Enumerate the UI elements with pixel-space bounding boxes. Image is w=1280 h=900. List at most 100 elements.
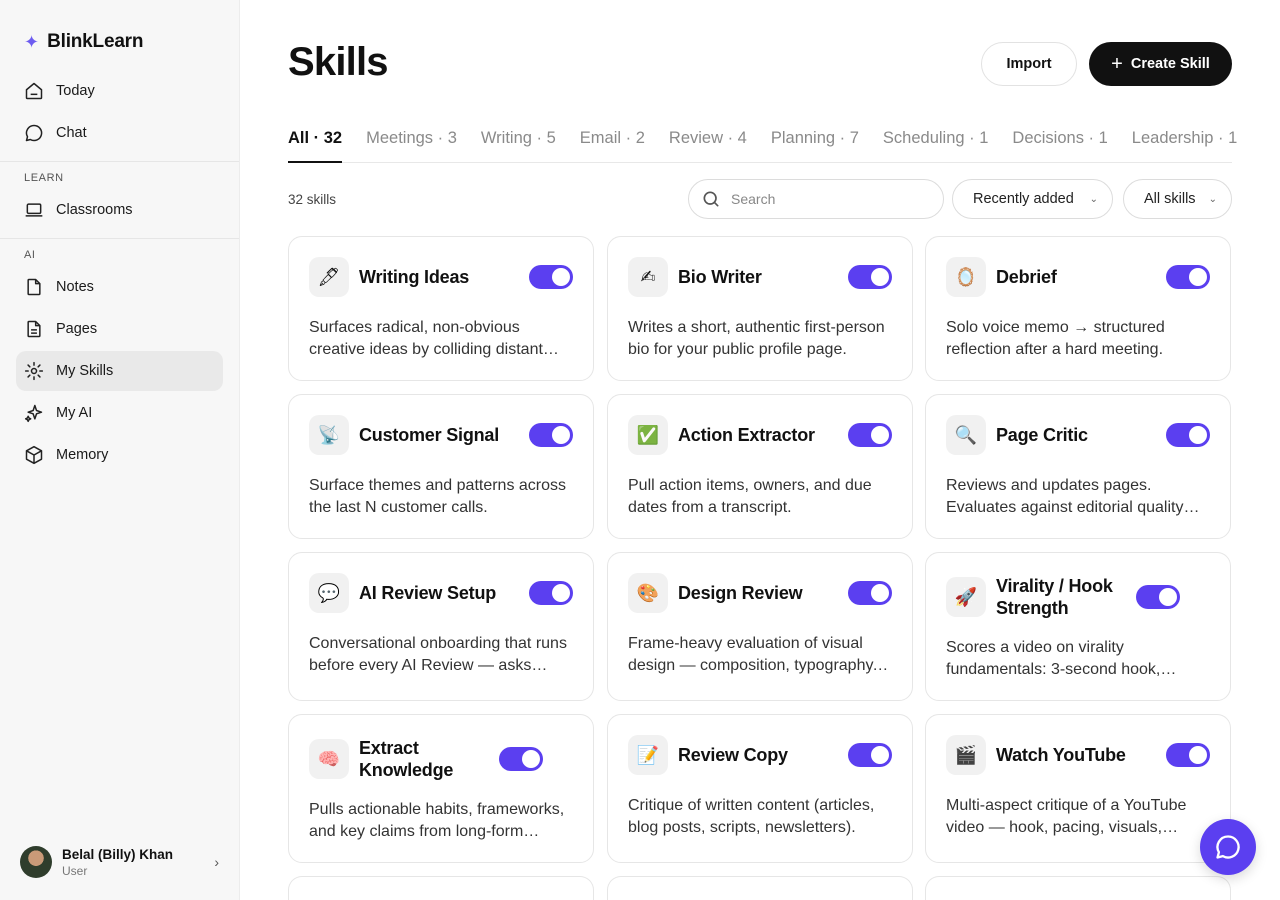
skill-toggle[interactable] xyxy=(848,743,892,767)
tab-decisions[interactable]: Decisions · 1 xyxy=(1012,128,1107,163)
skill-toggle[interactable] xyxy=(499,747,543,771)
skill-card[interactable]: 🪞 Debrief Solo voice memo → structured re… xyxy=(925,236,1231,381)
skill-card[interactable]: 📝 Review Copy Critique of written content… xyxy=(607,714,913,863)
home-icon xyxy=(25,82,43,100)
tab-review[interactable]: Review · 4 xyxy=(669,128,747,163)
search-input[interactable] xyxy=(731,191,921,207)
skill-card[interactable]: 📡 Customer Signal Surface themes and patt… xyxy=(288,394,594,539)
skill-description: Surfaces radical, non-obvious creative i… xyxy=(309,319,543,358)
skill-toggle[interactable] xyxy=(1166,743,1210,767)
skill-title: AI Review Setup xyxy=(359,583,497,603)
skill-toggle[interactable] xyxy=(1166,423,1210,447)
skill-title: Extract Knowledge xyxy=(359,738,454,780)
search-icon xyxy=(703,191,719,207)
sidebar-item-label: Pages xyxy=(56,321,98,337)
tab-scheduling[interactable]: Scheduling · 1 xyxy=(883,128,989,163)
skill-icon: 📝 xyxy=(628,735,668,775)
skills-icon xyxy=(24,361,44,381)
import-button[interactable]: Import xyxy=(981,42,1077,86)
sidebar-item-memory[interactable]: Memory xyxy=(16,435,223,475)
user-role: User xyxy=(62,863,88,878)
skill-description: Writes a short, authentic first-person b… xyxy=(628,319,885,358)
sidebar-item-label: Today xyxy=(56,83,95,99)
search-box[interactable] xyxy=(688,179,944,219)
sort-dropdown[interactable]: Recently added ⌄ xyxy=(952,179,1113,219)
skill-card[interactable]: ✅ Action Extractor Pull action items, own… xyxy=(607,394,913,539)
skill-card[interactable] xyxy=(925,876,1231,900)
chat-bubble-icon xyxy=(1216,835,1240,859)
skill-icon: 📡 xyxy=(309,415,349,455)
skill-description: Frame-heavy evaluation of visual design … xyxy=(628,635,877,674)
tab-planning[interactable]: Planning · 7 xyxy=(771,128,859,163)
page-icon xyxy=(27,320,41,338)
sidebar-item-today[interactable]: Today xyxy=(16,71,223,111)
skill-toggle[interactable] xyxy=(529,581,573,605)
skill-icon: 🪞 xyxy=(946,257,986,297)
skill-title: Customer Signal xyxy=(359,425,500,445)
skill-title: Review Copy xyxy=(678,745,788,765)
skill-toggle[interactable] xyxy=(848,265,892,289)
sidebar-item-pages[interactable]: Pages xyxy=(16,309,223,349)
sidebar-item-label: Classrooms xyxy=(56,202,133,218)
chevron-right-icon: › xyxy=(214,854,219,870)
sidebar-item-classrooms[interactable]: Classrooms xyxy=(16,190,223,230)
skill-card[interactable]: 🔍 Page Critic Reviews and updates pages. … xyxy=(925,394,1231,539)
skill-card[interactable]: 🎬 Watch YouTube Multi-aspect critique of … xyxy=(925,714,1231,863)
skill-toggle[interactable] xyxy=(848,423,892,447)
chat-icon xyxy=(25,124,43,142)
create-skill-button[interactable]: + Create Skill xyxy=(1089,42,1232,86)
tab-writing[interactable]: Writing · 5 xyxy=(481,128,556,163)
skill-card[interactable]: 🧠 Extract Knowledge Pulls actionable habi… xyxy=(288,714,594,863)
tab-meetings[interactable]: Meetings · 3 xyxy=(366,128,457,163)
skill-icon: ✅ xyxy=(628,415,668,455)
filter-dropdown[interactable]: All skills ⌄ xyxy=(1123,179,1232,219)
skill-toggle[interactable] xyxy=(529,423,573,447)
skill-description: Pulls actionable habits, frameworks, and… xyxy=(309,801,565,840)
skill-toggle[interactable] xyxy=(848,581,892,605)
skill-description: Scores a video on virality fundamentals:… xyxy=(946,639,1161,678)
skill-title: Bio Writer xyxy=(678,267,762,287)
skill-card[interactable] xyxy=(607,876,913,900)
tab-leadership[interactable]: Leadership · 1 xyxy=(1132,128,1238,163)
skill-description: Surface themes and patterns across the l… xyxy=(309,477,567,516)
skill-card[interactable]: 💬 AI Review Setup Conversational onboardi… xyxy=(288,552,594,701)
ai-nav: Notes Pages My Skills My AI Memory xyxy=(0,267,239,475)
skill-card[interactable]: 🚀 Virality / Hook Strength Scores a video… xyxy=(925,552,1231,701)
skill-icon: 💬 xyxy=(309,573,349,613)
sidebar-item-chat[interactable]: Chat xyxy=(16,113,223,153)
skill-title: Watch YouTube xyxy=(996,745,1126,765)
skill-description: Reviews and updates pages. Evaluates aga… xyxy=(946,477,1184,516)
skill-card[interactable]: 🎨 Design Review Frame-heavy evaluation of… xyxy=(607,552,913,701)
skill-card[interactable] xyxy=(288,876,594,900)
brand[interactable]: ✦ BlinkLearn xyxy=(0,0,239,60)
tab-email[interactable]: Email · 2 xyxy=(580,128,645,163)
user-name: Belal (Billy) Khan xyxy=(62,846,174,862)
skill-description: Critique of written content (articles, b… xyxy=(628,797,875,836)
skill-toggle[interactable] xyxy=(1136,585,1180,609)
skill-card[interactable]: 🖋 Writing Ideas Surfaces radical, non-obv… xyxy=(288,236,594,381)
user-profile[interactable]: Belal (Billy) Khan User › xyxy=(0,824,239,900)
user-info: Belal (Billy) Khan User xyxy=(62,847,204,878)
skill-card[interactable]: ✍ Bio Writer Writes a short, authentic fi… xyxy=(607,236,913,381)
page-header: Skills Import + Create Skill xyxy=(288,0,1232,128)
sidebar: ✦ BlinkLearn Today Chat LEARN Classrooms… xyxy=(0,0,240,900)
memory-icon xyxy=(25,445,43,465)
tab-all[interactable]: All · 32 xyxy=(288,128,343,163)
skill-toggle[interactable] xyxy=(529,265,573,289)
skill-icon: 🚀 xyxy=(946,577,986,617)
plus-icon: + xyxy=(1111,53,1123,75)
learn-nav: Classrooms xyxy=(0,190,239,230)
skill-icon: 🔍 xyxy=(946,415,986,455)
primary-nav: Today Chat xyxy=(0,71,239,153)
skill-title: Debrief xyxy=(996,267,1057,287)
toolbar: 32 skills Recently added ⌄ All skills ⌄ xyxy=(288,163,1232,236)
skill-toggle[interactable] xyxy=(1166,265,1210,289)
skill-icon: 🖋 xyxy=(309,257,349,297)
sidebar-item-my-ai[interactable]: My AI xyxy=(16,393,223,433)
sidebar-item-label: Memory xyxy=(56,447,109,463)
sidebar-item-label: My AI xyxy=(56,405,93,421)
sidebar-item-my-skills[interactable]: My Skills xyxy=(16,351,223,391)
chat-support-button[interactable] xyxy=(1200,819,1256,875)
skills-count: 32 skills xyxy=(288,192,337,207)
sidebar-item-notes[interactable]: Notes xyxy=(16,267,223,307)
